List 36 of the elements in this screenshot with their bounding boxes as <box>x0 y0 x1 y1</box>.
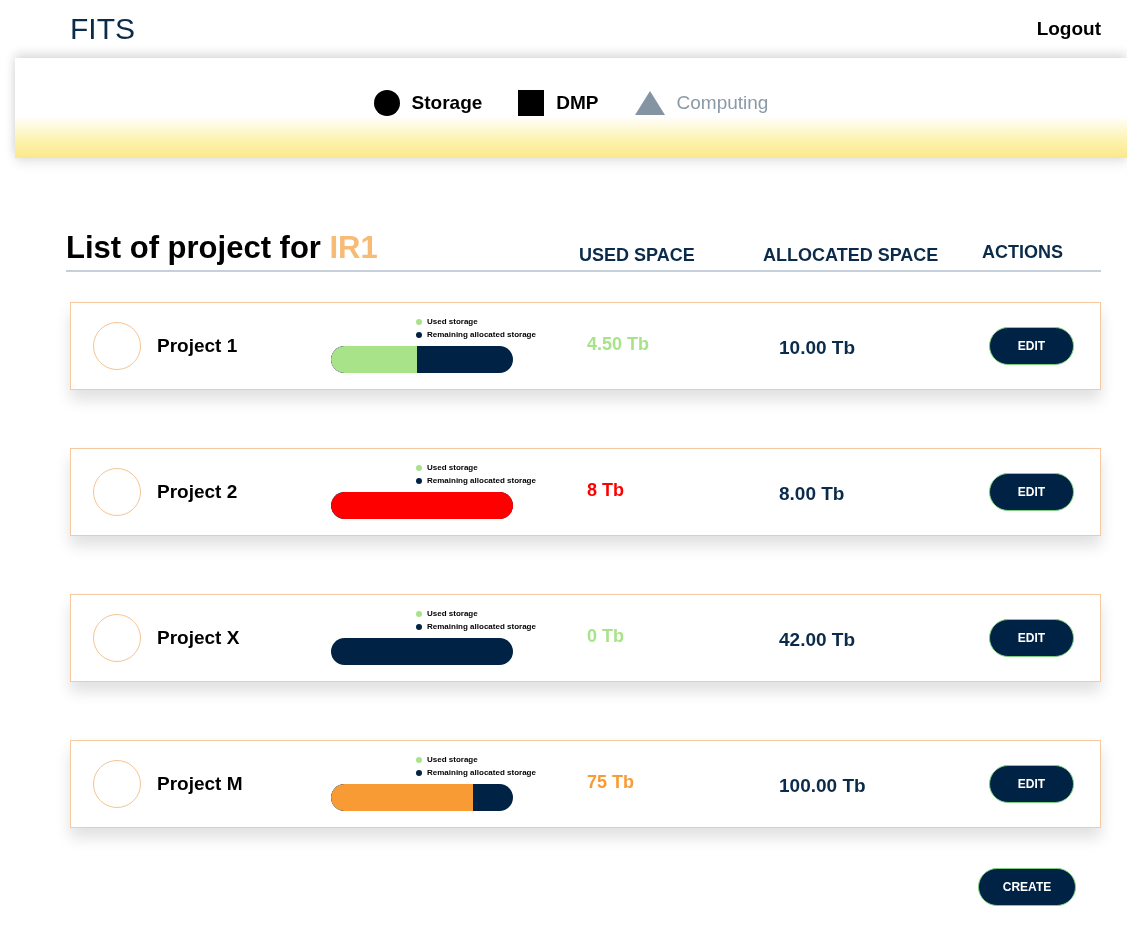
legend-label: Remaining allocated storage <box>427 330 536 339</box>
legend-label: Remaining allocated storage <box>427 622 536 631</box>
edit-button[interactable]: EDIT <box>989 765 1074 803</box>
allocated-space: 100.00 Tb <box>779 775 867 797</box>
nav-tab[interactable]: Storage <box>373 90 483 116</box>
project-name: Project 2 <box>157 481 239 503</box>
nav-tab[interactable]: DMP <box>518 90 599 116</box>
project-name: Project X <box>157 627 241 649</box>
allocated-space: 8.00 Tb <box>779 483 846 505</box>
page-title: List of project for IR1 <box>66 230 379 266</box>
legend-label: Remaining allocated storage <box>427 768 536 777</box>
project-name: Project 1 <box>157 335 239 357</box>
legend-label: Used storage <box>427 609 478 618</box>
square-icon <box>518 90 545 116</box>
allocated-space: 42.00 Tb <box>779 629 857 651</box>
edit-button[interactable]: EDIT <box>989 619 1074 657</box>
project-name: Project M <box>157 773 244 795</box>
triangle-icon <box>634 91 665 115</box>
allocated-space: 10.00 Tb <box>779 337 857 359</box>
legend-label: Remaining allocated storage <box>427 476 536 485</box>
logout-link[interactable]: Logout <box>1036 18 1101 40</box>
create-button[interactable]: CREATE <box>978 868 1076 906</box>
used-space: 8 Tb <box>587 479 625 501</box>
edit-button[interactable]: EDIT <box>989 473 1074 511</box>
legend-label: Used storage <box>427 755 478 764</box>
legend-label: Used storage <box>427 317 478 326</box>
used-space: 75 Tb <box>587 771 635 793</box>
legend-label: Used storage <box>427 463 478 472</box>
column-header: ACTIONS <box>982 242 1063 263</box>
logo: FITS <box>70 12 135 46</box>
column-header: ALLOCATED SPACE <box>763 245 940 266</box>
used-space: 4.50 Tb <box>587 333 651 355</box>
column-header: USED SPACE <box>579 245 696 266</box>
used-space: 0 Tb <box>587 625 625 647</box>
circle-icon <box>373 90 400 116</box>
edit-button[interactable]: EDIT <box>989 327 1074 365</box>
